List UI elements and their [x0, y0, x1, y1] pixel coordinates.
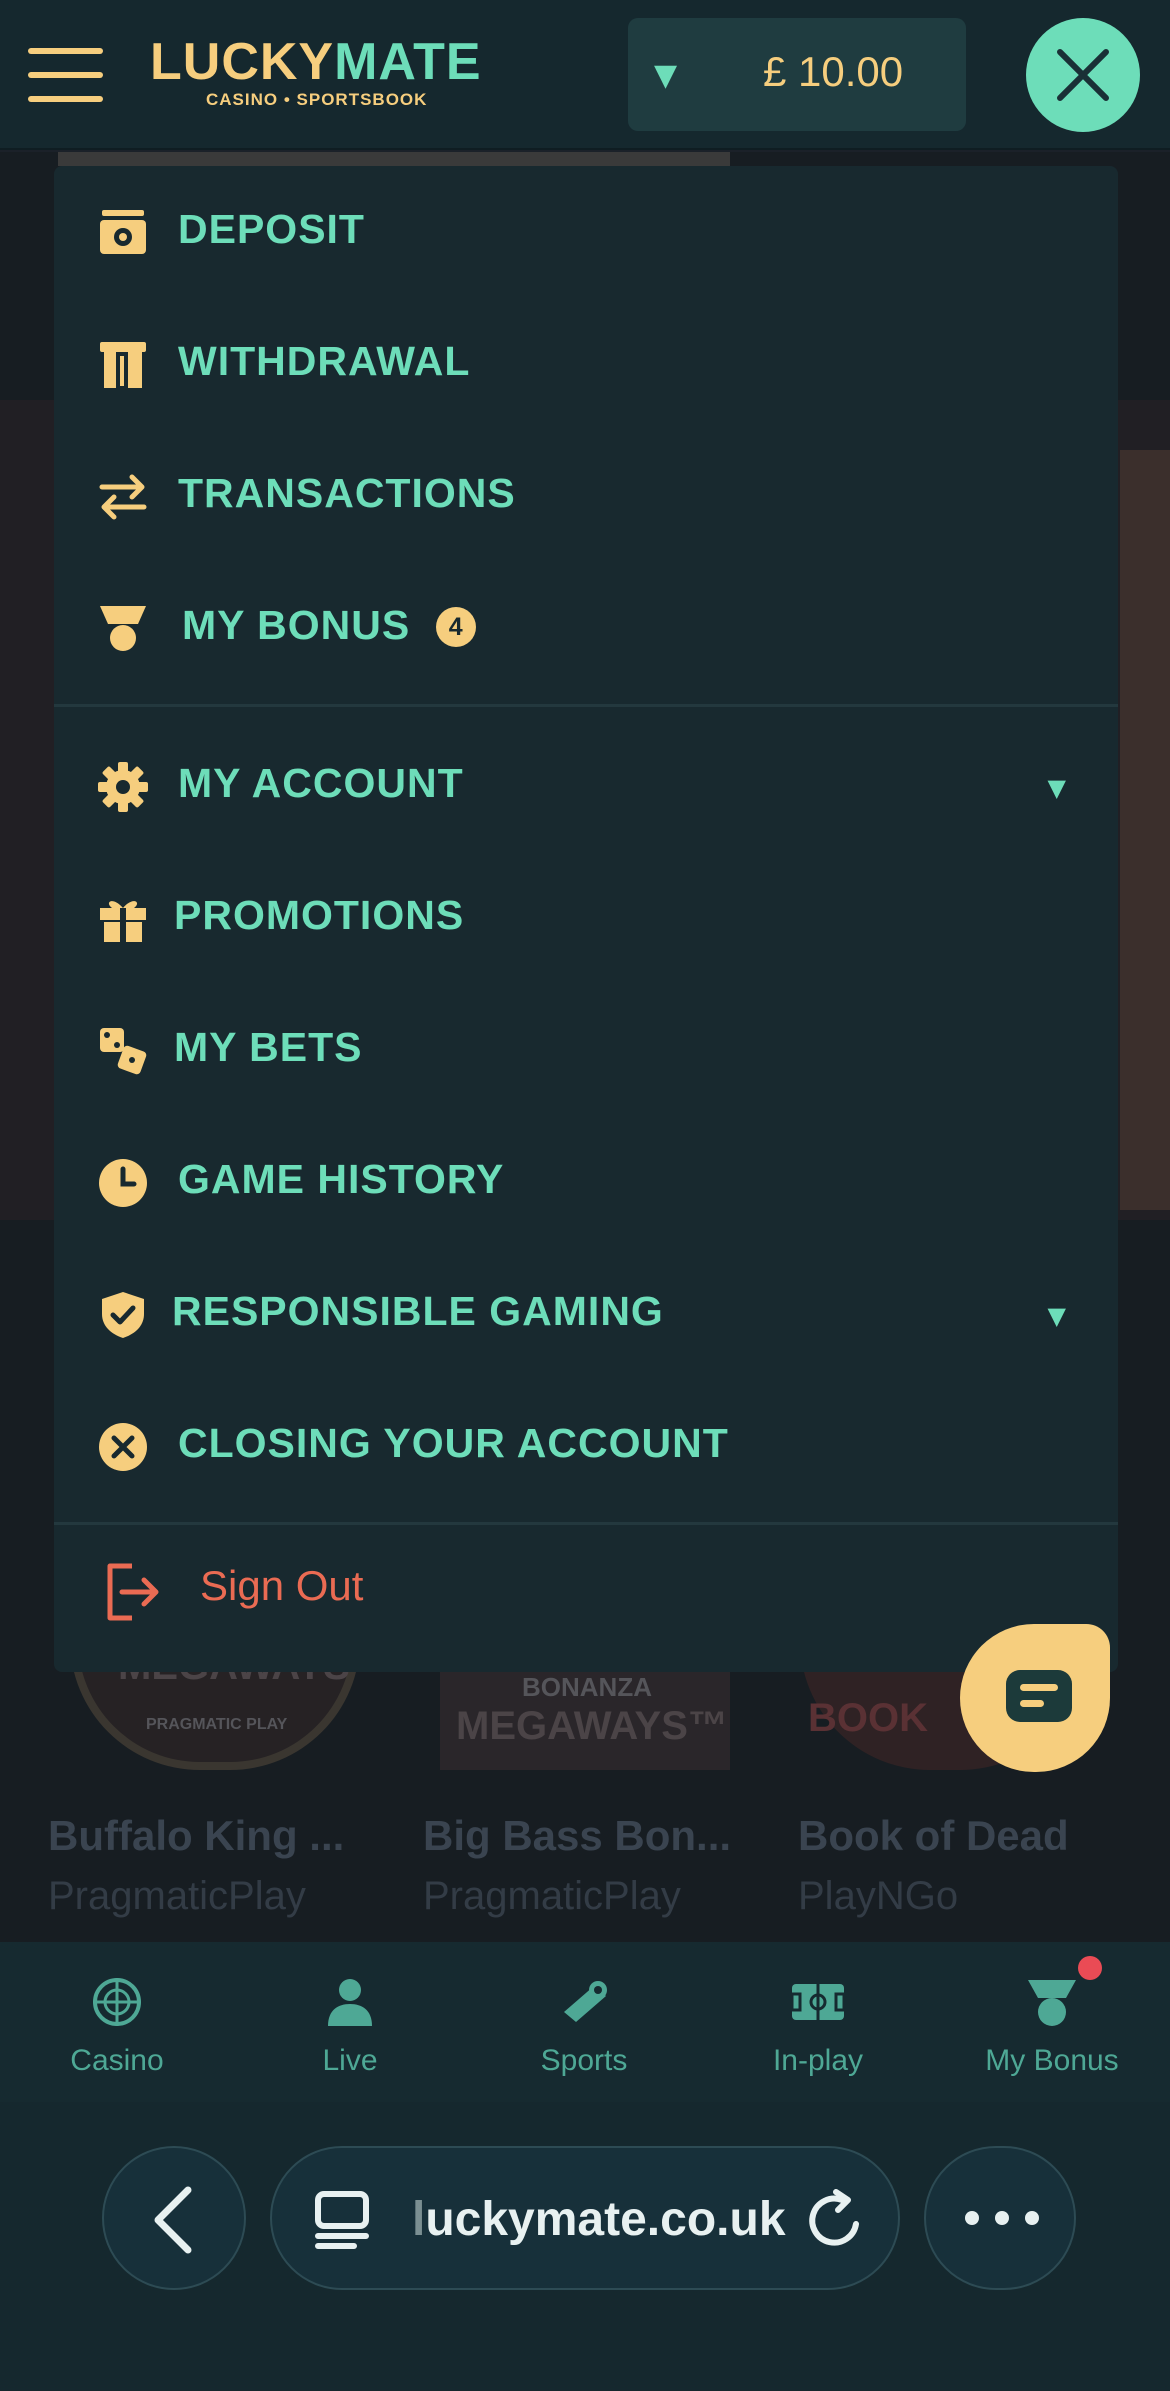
menu-label: MY BONUS 4 [182, 602, 477, 649]
nav-casino[interactable]: Casino [17, 1972, 217, 2082]
pitch-icon [790, 1984, 846, 2020]
menu-label: TRANSACTIONS [178, 470, 516, 516]
sign-out-icon [107, 1563, 159, 1621]
bottom-navigation: Casino Live Sports In-play My Bonus [0, 1942, 1170, 2102]
menu-item-my-bets[interactable]: MY BETS [54, 984, 1118, 1116]
menu-divider [54, 704, 1118, 707]
banner-edge [1120, 450, 1170, 1210]
game-name[interactable]: Book of Dead [798, 1812, 1069, 1860]
chevron-down-icon[interactable]: ▼ [1048, 1302, 1066, 1330]
account-menu-panel: DEPOSIT WITHDRAWAL TRANSACTIONS MY BONUS… [54, 166, 1118, 1672]
hamburger-menu-icon[interactable] [28, 48, 103, 102]
chevron-down-icon[interactable]: ▼ [1048, 774, 1066, 802]
browser-more-button[interactable] [924, 2146, 1076, 2290]
gift-icon [100, 901, 146, 942]
browser-url-bar[interactable]: luckymate.co.uk [270, 2146, 900, 2290]
menu-label: PROMOTIONS [174, 892, 465, 938]
nav-label: In-play [772, 2044, 864, 2077]
url-fade: l [412, 2193, 426, 2246]
game-name[interactable]: Buffalo King ... [48, 1812, 344, 1860]
menu-label: CLOSING YOUR ACCOUNT [178, 1420, 729, 1466]
game-name[interactable]: Big Bass Bon... [423, 1812, 731, 1860]
logo-mate-text: MATE [334, 33, 482, 91]
nav-my-bonus[interactable]: My Bonus [952, 1972, 1152, 2082]
more-dots-icon [965, 2211, 1039, 2225]
nav-live[interactable]: Live [250, 1972, 450, 2082]
notification-dot [1078, 1956, 1102, 1980]
nav-label: Live [322, 2044, 378, 2077]
nav-label: My Bonus [985, 2044, 1119, 2077]
shield-check-icon [102, 1292, 144, 1338]
close-circle-icon [99, 1423, 147, 1471]
menu-label: MY BETS [174, 1024, 363, 1070]
menu-label: DEPOSIT [178, 206, 365, 252]
page-layout-icon [315, 2191, 369, 2249]
menu-label: MY ACCOUNT [178, 760, 464, 806]
menu-item-promotions[interactable]: PROMOTIONS [54, 852, 1118, 984]
menu-label: WITHDRAWAL [178, 338, 471, 384]
sign-out-label: Sign Out [200, 1562, 364, 1609]
menu-item-game-history[interactable]: GAME HISTORY [54, 1116, 1118, 1248]
background-bar [58, 152, 730, 166]
close-menu-button[interactable] [1026, 18, 1140, 132]
tile2-top: BONANZA [522, 1672, 652, 1702]
withdrawal-icon [100, 342, 146, 388]
menu-item-closing-account[interactable]: CLOSING YOUR ACCOUNT [54, 1380, 1118, 1512]
whistle-icon [564, 1981, 607, 2022]
chevron-left-icon [154, 2186, 192, 2254]
logo-subtitle: CASINO • SPORTSBOOK [206, 90, 428, 109]
sign-out-button[interactable]: Sign Out [54, 1518, 1118, 1658]
reload-icon[interactable] [806, 2188, 866, 2252]
menu-item-deposit[interactable]: DEPOSIT [54, 166, 1118, 298]
balance-dropdown[interactable]: ▼ £ 10.00 [628, 18, 966, 131]
top-header: LUCKYMATE CASINO • SPORTSBOOK ▼ £ 10.00 [0, 0, 1170, 150]
browser-toolbar: luckymate.co.uk [0, 2102, 1170, 2391]
dice-icon [100, 1028, 147, 1075]
medal-icon [100, 606, 146, 651]
logo-lucky-text: LUCKY [150, 33, 335, 91]
browser-back-button[interactable] [102, 2146, 246, 2290]
menu-label: RESPONSIBLE GAMING [172, 1288, 664, 1334]
menu-label-text: MY BONUS [182, 602, 411, 648]
wallet-icon [100, 210, 146, 254]
menu-label: GAME HISTORY [178, 1156, 505, 1202]
game-provider: PragmaticPlay [423, 1874, 681, 1918]
tile3-brand: BOOK [808, 1696, 928, 1740]
menu-item-responsible-gaming[interactable]: RESPONSIBLE GAMING ▼ [54, 1248, 1118, 1380]
nav-in-play[interactable]: In-play [718, 1972, 918, 2082]
game-provider: PragmaticPlay [48, 1874, 306, 1918]
gear-icon [98, 762, 148, 812]
balance-caret-icon: ▼ [654, 58, 678, 93]
balance-amount: £ 10.00 [763, 48, 904, 95]
url-text: luckymate.co.uk [412, 2192, 786, 2247]
clock-icon [99, 1159, 147, 1207]
medal-icon [1028, 1980, 1076, 2026]
site-logo[interactable]: LUCKYMATE CASINO • SPORTSBOOK [150, 34, 490, 114]
roulette-icon [93, 1978, 141, 2026]
url-domain: uckymate.co.uk [425, 2193, 786, 2246]
nav-label: Casino [70, 2044, 164, 2077]
tile2-brand: MEGAWAYS™ [456, 1704, 728, 1748]
transfer-arrows-icon [99, 474, 147, 520]
live-chat-button[interactable] [960, 1624, 1110, 1772]
menu-item-my-account[interactable]: MY ACCOUNT ▼ [54, 720, 1118, 852]
close-icon [1057, 49, 1109, 101]
bonus-count-badge: 4 [436, 607, 477, 647]
game-provider: PlayNGo [798, 1874, 959, 1918]
chat-icon [1006, 1670, 1072, 1722]
menu-item-my-bonus[interactable]: MY BONUS 4 [54, 562, 1118, 694]
menu-item-withdrawal[interactable]: WITHDRAWAL [54, 298, 1118, 430]
nav-sports[interactable]: Sports [484, 1972, 684, 2082]
tile1-sub: PRAGMATIC PLAY [146, 1716, 288, 1733]
dealer-icon [328, 1979, 372, 2026]
menu-item-transactions[interactable]: TRANSACTIONS [54, 430, 1118, 562]
nav-label: Sports [540, 2044, 628, 2077]
